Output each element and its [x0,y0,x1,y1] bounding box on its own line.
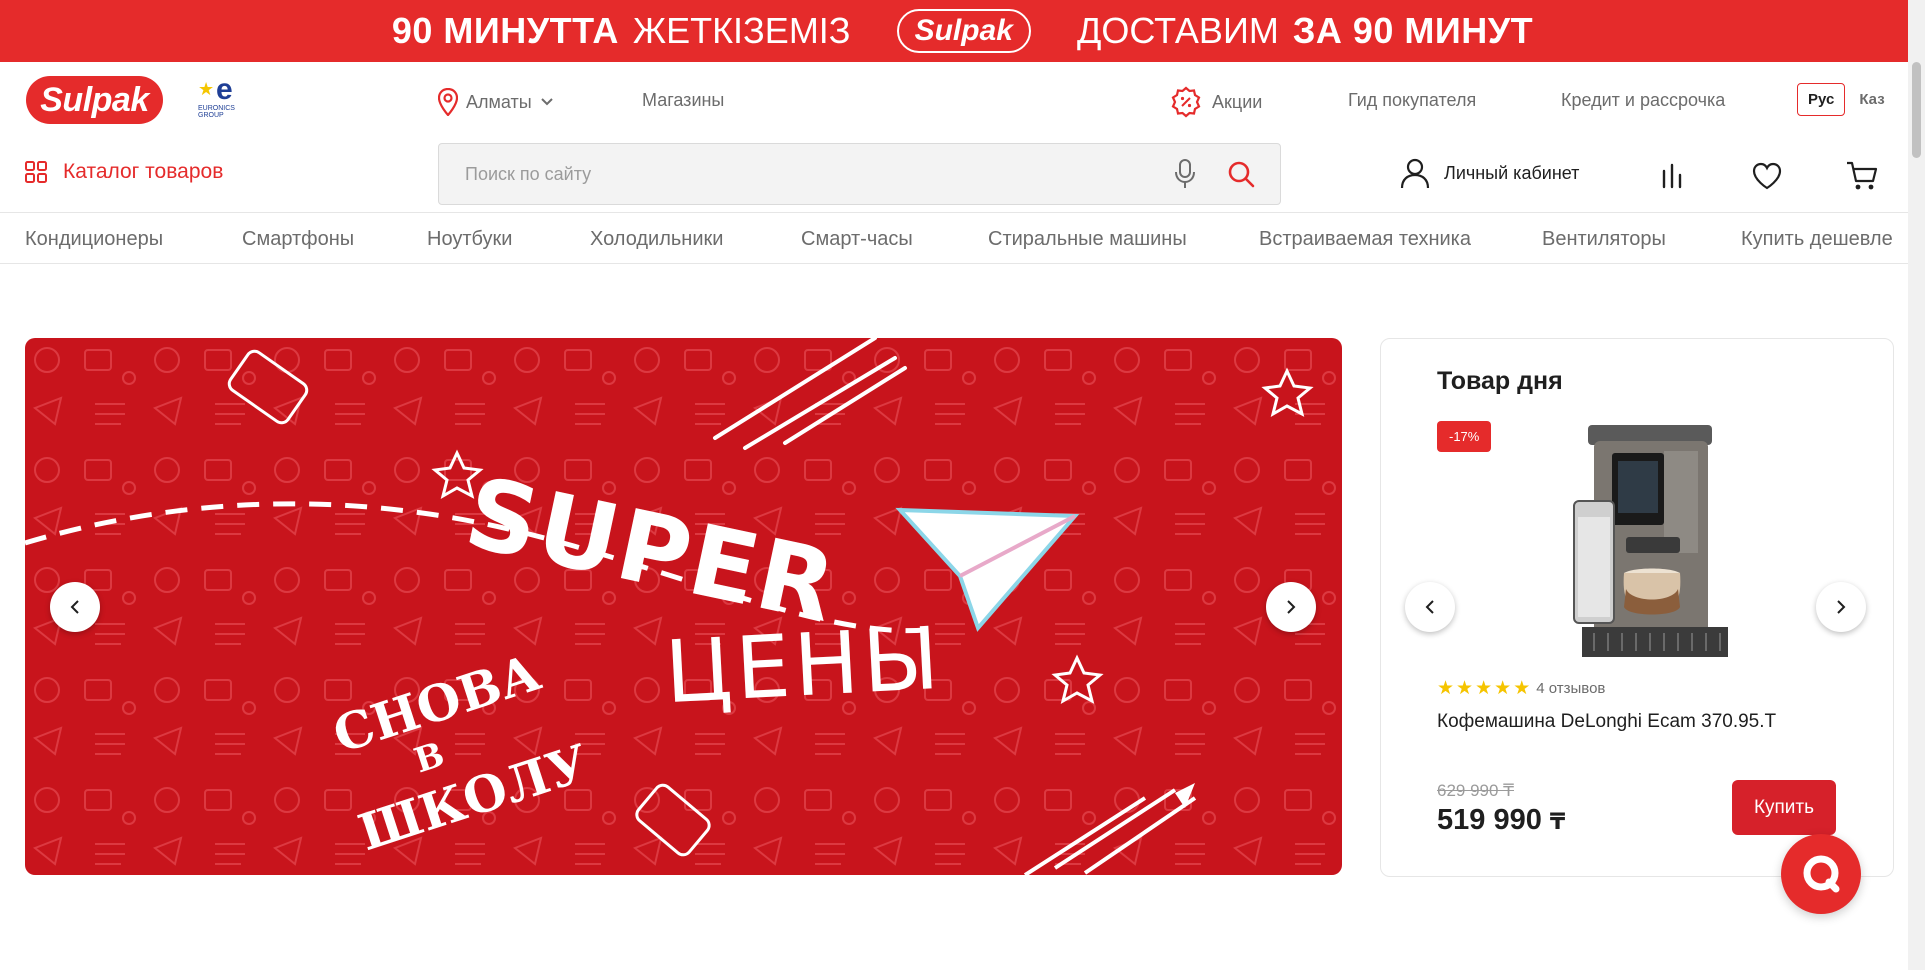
search-bar [438,143,1281,205]
category-item[interactable]: Купить дешевле [1741,228,1893,251]
promo-logo: Sulpak [896,9,1031,53]
cart-icon[interactable] [1845,160,1879,192]
chevron-left-icon [1425,600,1434,614]
category-item[interactable]: Холодильники [590,228,723,251]
euronics-logo: ★ e EURONICS GROUP [198,73,235,119]
hero-title-prices: ЦЕНЫ [662,608,946,724]
chevron-right-icon [1287,600,1296,614]
hero-next-button[interactable] [1266,582,1316,632]
location-pin-icon [438,88,458,116]
hero-banner[interactable]: SUPER ЦЕНЫ СНОВА В ШКОЛУ [25,338,1342,875]
promo-text-4: ЗА 90 МИНУТ [1292,10,1534,51]
star-icon: ★ [1456,678,1474,699]
reviews-link[interactable]: 4 отзывов [1536,680,1605,697]
deal-next-button[interactable] [1816,582,1866,632]
coffee-machine-image[interactable] [1564,421,1736,667]
search-icon[interactable] [1227,160,1255,188]
promo-text-1: 90 МИНУТТА [391,10,619,51]
currency-sign: ₸ [1549,809,1566,834]
heart-icon[interactable] [1751,161,1783,191]
lang-kz-button[interactable]: Каз [1859,91,1884,108]
hero-prev-button[interactable] [50,582,100,632]
promo-banner[interactable]: 90 МИНУТТА ЖЕТКІЗЕМІЗ Sulpak ДОСТАВИМ ЗА… [0,0,1925,62]
chevron-right-icon [1837,600,1846,614]
chat-widget-button[interactable] [1781,834,1861,914]
city-label: Алматы [466,91,532,112]
rating: ★ ★ ★ ★ ★ 4 отзывов [1437,677,1605,700]
sulpak-logo[interactable]: Sulpak [26,76,163,124]
account-button[interactable]: Личный кабинет [1400,157,1579,189]
category-item[interactable]: Ноутбуки [427,228,512,251]
deal-prev-button[interactable] [1405,582,1455,632]
star-icon: ★ [1513,678,1531,699]
category-nav: Кондиционеры Смартфоны Ноутбуки Холодиль… [0,212,1925,264]
buy-button[interactable]: Купить [1732,780,1836,835]
star-icon: ★ [1475,678,1493,699]
chevron-down-icon [540,98,553,106]
category-item[interactable]: Стиральные машины [988,228,1187,251]
promo-text-3: ДОСТАВИМ [1076,10,1279,51]
compare-icon[interactable] [1660,163,1684,189]
buyer-guide-link[interactable]: Гид покупателя [1348,90,1476,111]
discount-badge-icon [1171,86,1201,118]
deal-title: Товар дня [1437,367,1563,395]
current-price: 519 990 ₸ [1437,804,1566,836]
lang-ru-button[interactable]: Рус [1797,83,1846,116]
language-switcher: Рус Каз [1797,83,1885,116]
user-icon [1400,158,1430,189]
promotions-label: Акции [1212,91,1263,112]
category-item[interactable]: Смартфоны [242,228,354,251]
star-icon: ★ [1437,678,1455,699]
discount-badge: -17% [1437,421,1492,452]
stores-link[interactable]: Магазины [642,90,724,111]
euronics-star-icon: ★ [198,79,215,99]
star-icon: ★ [1494,678,1512,699]
microphone-icon[interactable] [1174,158,1196,190]
catalog-label: Каталог товаров [63,160,224,183]
chevron-left-icon [70,600,79,614]
catalog-button[interactable]: Каталог товаров [25,160,223,184]
promo-text-2: ЖЕТКІЗЕМІЗ [632,10,851,51]
credit-link[interactable]: Кредит и рассрочка [1561,90,1725,111]
promotions-link[interactable]: Акции [1170,86,1262,118]
chat-bubble-icon [1803,855,1840,893]
grid-icon [25,161,47,183]
category-item[interactable]: Смарт-часы [801,228,913,251]
top-header: Sulpak ★ e EURONICS GROUP Алматы Магазин… [0,62,1925,138]
old-price: 629 990 ₸ [1437,781,1514,800]
search-input[interactable] [439,144,1139,204]
category-item[interactable]: Кондиционеры [25,228,163,251]
product-name[interactable]: Кофемашина DeLonghi Ecam 370.95.T [1437,711,1776,733]
category-item[interactable]: Вентиляторы [1542,228,1666,251]
scrollbar-thumb[interactable] [1912,62,1921,158]
category-item[interactable]: Встраиваемая техника [1259,228,1471,251]
city-selector[interactable]: Алматы [438,88,554,116]
page-scrollbar[interactable] [1908,0,1925,970]
account-label: Личный кабинет [1444,162,1580,183]
